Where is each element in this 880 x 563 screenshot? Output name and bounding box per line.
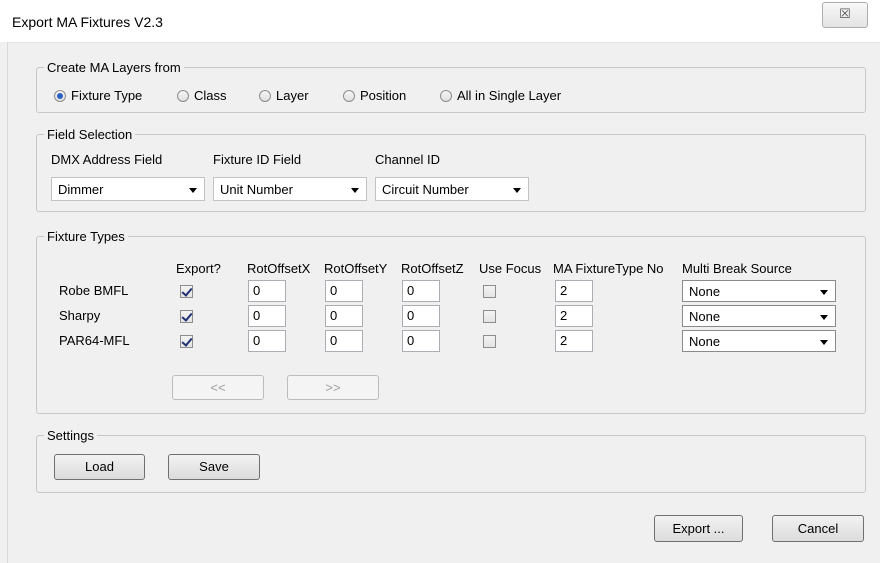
column-header: Multi Break Source	[682, 261, 792, 276]
fixture-types-legend: Fixture Types	[44, 229, 128, 245]
chevron-down-icon	[820, 315, 828, 320]
radio-layer[interactable]: Layer	[259, 88, 309, 103]
radio-icon	[177, 89, 189, 102]
radio-icon	[440, 89, 452, 102]
previous-page-button[interactable]: <<	[172, 375, 264, 400]
rot-offset-y-input[interactable]: 0	[325, 330, 363, 352]
multi-break-source-select[interactable]: None	[682, 305, 836, 327]
close-button[interactable]: ☒	[822, 2, 868, 28]
load-button[interactable]: Load	[54, 454, 145, 480]
save-button[interactable]: Save	[168, 454, 260, 480]
radio-label: Fixture Type	[71, 88, 143, 103]
radio-label: Class	[194, 88, 227, 103]
window-title: Export MA Fixtures V2.3	[12, 14, 163, 30]
radio-position[interactable]: Position	[343, 88, 406, 103]
radio-label: Layer	[276, 88, 309, 103]
rot-offset-z-input[interactable]: 0	[402, 305, 440, 327]
export-checkbox[interactable]	[180, 335, 193, 348]
window-border	[0, 42, 8, 563]
channel-id-label: Channel ID	[375, 152, 441, 167]
settings-group: Settings Load Save	[36, 428, 866, 493]
radio-label: All in Single Layer	[457, 88, 562, 103]
chevron-down-icon	[351, 188, 359, 193]
title-bar: Export MA Fixtures V2.3 ☒	[0, 0, 880, 43]
fixture-name: Robe BMFL	[59, 283, 129, 298]
ma-fixture-type-no-input[interactable]: 2	[555, 330, 593, 352]
column-header: Export?	[176, 261, 221, 276]
multi-break-source-select[interactable]: None	[682, 280, 836, 302]
rot-offset-y-input[interactable]: 0	[325, 280, 363, 302]
select-value: Circuit Number	[382, 182, 469, 197]
settings-legend: Settings	[44, 428, 97, 444]
column-header: MA FixtureType No	[553, 261, 664, 276]
ma-fixture-type-no-input[interactable]: 2	[555, 305, 593, 327]
ma-fixture-type-no-input[interactable]: 2	[555, 280, 593, 302]
radio-fixture-type[interactable]: Fixture Type	[54, 88, 142, 103]
column-header: RotOffsetX	[247, 261, 311, 276]
chevron-down-icon	[820, 290, 828, 295]
export-checkbox[interactable]	[180, 285, 193, 298]
layers-legend: Create MA Layers from	[44, 60, 184, 76]
select-value: None	[689, 309, 721, 324]
radio-class[interactable]: Class	[177, 88, 227, 103]
radio-selected-icon	[54, 89, 66, 102]
export-button[interactable]: Export ...	[654, 515, 743, 542]
dmx-address-select[interactable]: Dimmer	[51, 177, 205, 201]
rot-offset-x-input[interactable]: 0	[248, 330, 286, 352]
chevron-down-icon	[820, 340, 828, 345]
radio-all-single-layer[interactable]: All in Single Layer	[440, 88, 561, 103]
fixture-id-label: Fixture ID Field	[213, 152, 302, 167]
cancel-button[interactable]: Cancel	[772, 515, 864, 542]
field-selection-legend: Field Selection	[44, 127, 136, 143]
dialog-body: Create MA Layers from Fixture Type Class…	[8, 43, 880, 563]
rot-offset-z-input[interactable]: 0	[402, 330, 440, 352]
layers-group: Create MA Layers from Fixture Type Class…	[36, 60, 866, 113]
radio-icon	[343, 89, 355, 102]
fixture-name: PAR64-MFL	[59, 333, 130, 348]
next-page-button[interactable]: >>	[287, 375, 379, 400]
field-selection-group: Field Selection DMX Address Field Fixtur…	[36, 127, 866, 212]
column-header: RotOffsetY	[324, 261, 388, 276]
use-focus-checkbox[interactable]	[483, 285, 496, 298]
chevron-down-icon	[513, 188, 521, 193]
export-checkbox[interactable]	[180, 310, 193, 323]
column-header: Use Focus	[479, 261, 542, 276]
use-focus-checkbox[interactable]	[483, 310, 496, 323]
close-icon: ☒	[839, 6, 851, 21]
rot-offset-y-input[interactable]: 0	[325, 305, 363, 327]
fixture-id-select[interactable]: Unit Number	[213, 177, 367, 201]
radio-label: Position	[360, 88, 407, 103]
select-value: None	[689, 334, 721, 349]
column-header: RotOffsetZ	[401, 261, 464, 276]
rot-offset-z-input[interactable]: 0	[402, 280, 440, 302]
select-value: Dimmer	[58, 182, 104, 197]
export-dialog: Export MA Fixtures V2.3 ☒ Create MA Laye…	[0, 0, 880, 563]
multi-break-source-select[interactable]: None	[682, 330, 836, 352]
radio-icon	[259, 89, 271, 102]
rot-offset-x-input[interactable]: 0	[248, 305, 286, 327]
chevron-down-icon	[189, 188, 197, 193]
fixture-types-group: Fixture Types Export? RotOffsetX RotOffs…	[36, 229, 866, 414]
rot-offset-x-input[interactable]: 0	[248, 280, 286, 302]
select-value: Unit Number	[220, 182, 293, 197]
channel-id-select[interactable]: Circuit Number	[375, 177, 529, 201]
use-focus-checkbox[interactable]	[483, 335, 496, 348]
fixture-name: Sharpy	[59, 308, 101, 323]
dmx-address-label: DMX Address Field	[51, 152, 163, 167]
select-value: None	[689, 284, 721, 299]
